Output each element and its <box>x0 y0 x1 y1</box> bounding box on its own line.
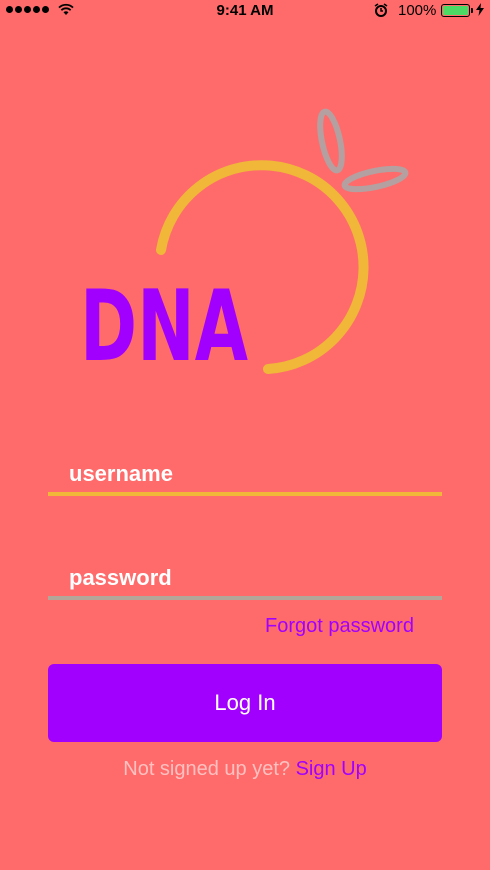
password-input[interactable] <box>69 562 429 594</box>
charging-bolt-icon <box>476 3 484 16</box>
username-input[interactable] <box>69 458 429 490</box>
signup-link[interactable]: Sign Up <box>296 758 367 780</box>
battery-tip <box>471 8 473 13</box>
username-field <box>48 458 442 496</box>
logo-text: DNA <box>80 270 248 376</box>
signup-prompt: Not signed up yet? <box>123 758 291 780</box>
logo-leaf-lower <box>341 165 409 193</box>
login-button[interactable]: Log In <box>48 664 442 742</box>
signup-line: Not signed up yet? Sign Up <box>0 758 490 781</box>
status-bar: 9:41 AM 100% <box>0 0 490 22</box>
battery-percent: 100% <box>398 2 437 19</box>
alarm-icon <box>374 3 388 17</box>
dna-logo: DNA <box>80 108 409 376</box>
battery-icon <box>441 4 470 17</box>
password-field <box>48 562 442 600</box>
logo-leaf-upper <box>317 108 345 174</box>
forgot-password-link[interactable]: Forgot password <box>265 615 414 638</box>
